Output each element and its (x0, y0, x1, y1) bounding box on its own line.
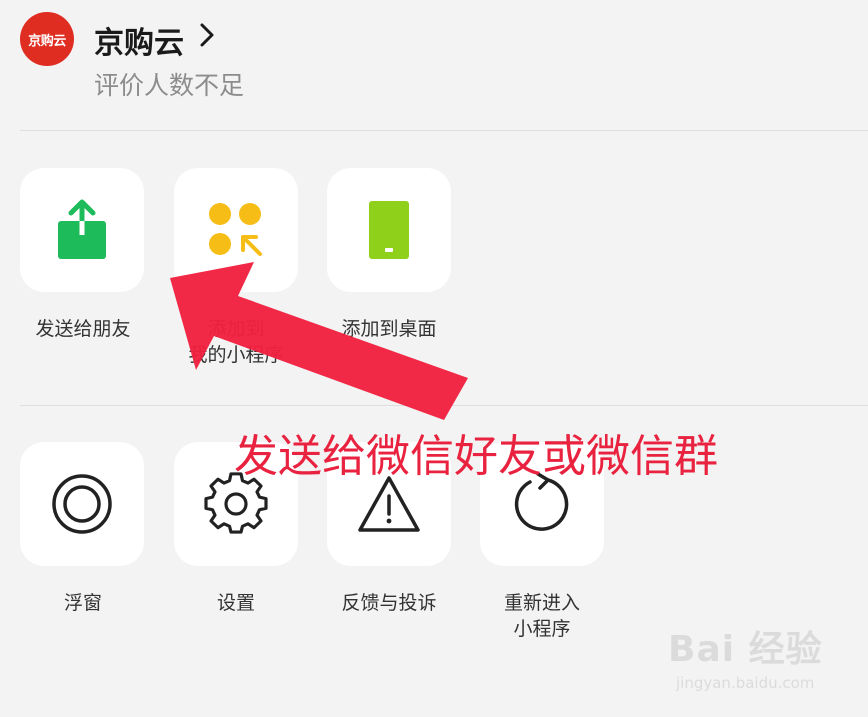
phone-icon (369, 201, 409, 259)
app-name-link[interactable]: 京购云 (94, 18, 184, 62)
watermark-logo: Bai 经验 (668, 629, 823, 670)
annotation-text: 发送给微信好友或微信群 (234, 431, 718, 482)
send-to-friend-button[interactable] (20, 168, 144, 292)
label-line: 添加到 (207, 318, 265, 340)
watermark: Bai 经验 jingyan.baidu.com (668, 620, 858, 700)
divider (20, 405, 868, 406)
float-window-button[interactable] (20, 442, 144, 566)
settings-label: 设置 (216, 592, 255, 614)
divider (20, 130, 868, 131)
label-line: 我的小程序 (188, 344, 284, 366)
app-header: 京购云 京购云 评价人数不足 (0, 0, 868, 130)
label-line: 重新进入 (503, 592, 580, 614)
re-enter-mini-program-label: 重新进入 小程序 (467, 590, 617, 642)
float-window-label: 浮窗 (63, 592, 102, 614)
add-to-desktop-button[interactable] (327, 168, 451, 292)
share-icon (58, 199, 106, 259)
add-to-my-mini-programs-button[interactable] (174, 168, 298, 292)
float-window-icon (52, 474, 112, 534)
feedback-complaint-label: 反馈与投诉 (341, 592, 437, 614)
mini-program-icon (209, 203, 262, 256)
rating-status: 评价人数不足 (94, 71, 245, 100)
send-to-friend-label: 发送给朋友 (35, 318, 131, 340)
app-logo: 京购云 (20, 12, 74, 66)
chevron-right-icon[interactable] (194, 22, 220, 48)
add-to-desktop-label: 添加到桌面 (341, 318, 437, 340)
watermark-url: jingyan.baidu.com (676, 674, 815, 692)
add-to-my-mini-programs-label: 添加到 我的小程序 (161, 316, 311, 368)
label-line: 小程序 (513, 618, 571, 640)
